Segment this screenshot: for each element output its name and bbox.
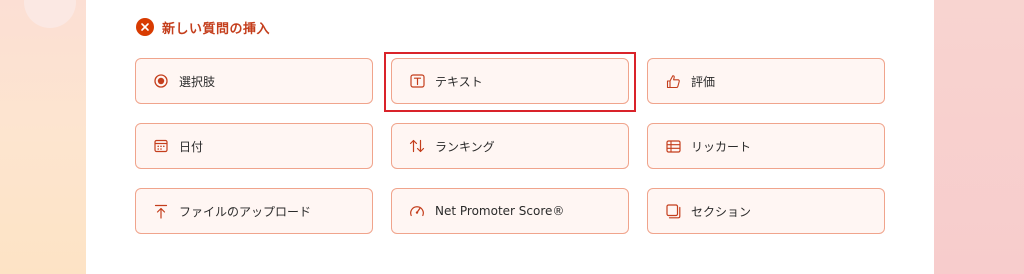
option-rating-button[interactable]: 評価 [647, 58, 885, 104]
section-icon [665, 203, 681, 219]
option-label: ファイルのアップロード [179, 204, 312, 219]
option-label: 選択肢 [179, 74, 216, 89]
option-label: ランキング [435, 139, 495, 154]
radio-choice-icon [153, 73, 169, 89]
left-background [0, 0, 86, 274]
option-section-button[interactable]: セクション [647, 188, 885, 234]
option-label: 日付 [179, 139, 204, 154]
option-likert-button[interactable]: リッカート [647, 123, 885, 169]
option-choice-button[interactable]: 選択肢 [135, 58, 373, 104]
right-background [934, 0, 1024, 274]
option-nps-button[interactable]: Net Promoter Score® [391, 188, 629, 234]
likert-grid-icon [665, 138, 681, 154]
option-text-button[interactable]: テキスト [391, 58, 629, 104]
sort-arrows-icon [409, 138, 425, 154]
option-ranking-button[interactable]: ランキング [391, 123, 629, 169]
upload-icon [153, 203, 169, 219]
option-label: セクション [691, 204, 752, 219]
option-label: リッカート [691, 139, 752, 154]
calendar-icon [153, 138, 169, 154]
option-label: 評価 [691, 74, 716, 89]
insert-question-header: 新しい質問の挿入 [136, 17, 270, 37]
option-label: Net Promoter Score® [435, 204, 565, 218]
option-label: テキスト [435, 74, 483, 89]
gauge-icon [409, 203, 425, 219]
option-date-button[interactable]: 日付 [135, 123, 373, 169]
header-title: 新しい質問の挿入 [162, 21, 271, 37]
text-box-icon [409, 73, 425, 89]
thumbs-up-icon [665, 73, 681, 89]
close-icon[interactable] [136, 18, 154, 36]
option-file-upload-button[interactable]: ファイルのアップロード [135, 188, 373, 234]
